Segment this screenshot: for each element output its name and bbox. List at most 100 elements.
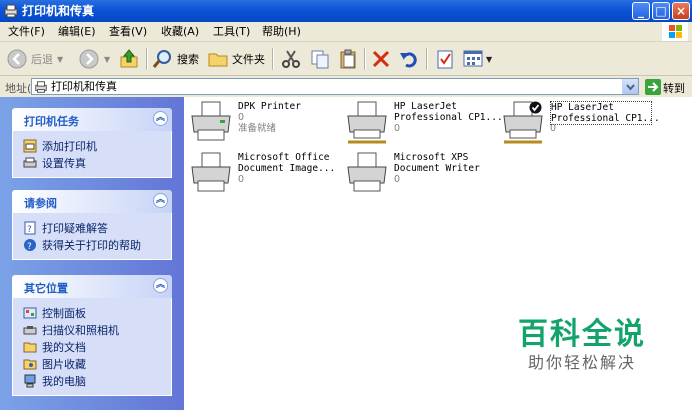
paste-button[interactable]: [337, 47, 359, 71]
printer-item-dpk[interactable]: DPK Printer 0 准备就绪: [188, 100, 338, 144]
see-also-header[interactable]: 请参阅 ︽: [12, 190, 172, 213]
printer-icon: [191, 152, 231, 192]
maximize-button[interactable]: □: [652, 2, 670, 20]
clipboard-icon: [340, 49, 356, 69]
windows-logo-icon: [662, 22, 688, 41]
title-bar[interactable]: 打印机和传真 _ □ ×: [0, 0, 692, 22]
folders-button[interactable]: 文件夹: [207, 47, 265, 71]
scanners-cameras-link[interactable]: 扫描仪和照相机: [23, 321, 171, 338]
folder-icon: [208, 53, 228, 67]
panel-title: 打印机任务: [24, 115, 79, 128]
chevron-down-icon: [626, 84, 635, 91]
chevron-down-icon[interactable]: ▼: [104, 55, 110, 64]
printer-tasks-panel: 打印机任务 ︽ 添加打印机 设置传真: [12, 108, 172, 178]
printer-folder-icon: [4, 4, 18, 18]
back-button[interactable]: 后退 ▼: [6, 47, 63, 71]
control-panel-icon: [23, 307, 37, 318]
up-folder-button[interactable]: [118, 47, 140, 71]
address-dropdown[interactable]: [622, 79, 638, 94]
menu-view[interactable]: 查看(V): [106, 24, 150, 39]
watermark-title: 百科全说: [518, 317, 646, 352]
help-circle-icon: ?: [24, 238, 36, 252]
views-grid-icon: [463, 50, 483, 67]
delete-button[interactable]: [370, 47, 392, 71]
other-places-header[interactable]: 其它位置 ︽: [12, 275, 172, 298]
documents-folder-icon: [23, 342, 37, 352]
address-value: 打印机和传真: [51, 80, 117, 93]
default-check-icon: [529, 101, 542, 114]
add-printer-link[interactable]: 添加打印机: [23, 137, 171, 154]
go-button[interactable]: 转到: [663, 80, 685, 96]
printer-item-hp-default[interactable]: HP LaserJet Professional CP1... 0: [500, 100, 660, 144]
back-arrow-icon: [7, 49, 27, 69]
go-arrow-icon[interactable]: [645, 79, 661, 95]
watermark-subtitle: 助你轻松解决: [527, 353, 636, 372]
add-printer-icon: [23, 139, 37, 152]
delete-x-icon: [372, 50, 390, 68]
copy-icon: [311, 50, 329, 69]
pictures-folder-icon: [23, 359, 37, 369]
menu-tools[interactable]: 工具(T): [210, 24, 253, 39]
see-also-panel: 请参阅 ︽ ? 打印疑难解答 ? 获得关于打印的帮助: [12, 190, 172, 260]
menu-file[interactable]: 文件(F): [5, 24, 48, 39]
svg-text:?: ?: [27, 225, 32, 235]
toolbar-separator: [146, 48, 148, 70]
computer-icon: [24, 374, 36, 387]
window-title: 打印机和传真: [22, 4, 95, 18]
printer-icon: [191, 101, 231, 141]
my-computer-link[interactable]: 我的电脑: [23, 372, 171, 389]
address-bar: 地址(D) 打印机和传真 转到: [0, 76, 692, 97]
menu-bar: 文件(F) 编辑(E) 查看(V) 收藏(A) 工具(T) 帮助(H): [0, 22, 692, 42]
chevron-down-icon[interactable]: ▼: [486, 55, 492, 64]
troubleshoot-printing-link[interactable]: ? 打印疑难解答: [23, 219, 171, 236]
task-pane: 打印机任务 ︽ 添加打印机 设置传真 请参阅 ︽ ? 打印疑难解答 ? 获得关于…: [0, 97, 184, 410]
menu-favorites[interactable]: 收藏(A): [158, 24, 202, 39]
forward-button[interactable]: ▼: [78, 47, 110, 71]
other-places-panel: 其它位置 ︽ 控制面板 扫描仪和照相机 我的文档 图片收藏 我的电脑: [12, 275, 172, 396]
properties-button[interactable]: [434, 47, 456, 71]
printer-item-xps[interactable]: Microsoft XPS Document Writer 0: [344, 151, 494, 195]
scanner-icon: [23, 325, 37, 334]
search-button[interactable]: 搜索: [152, 47, 199, 71]
printer-item-office-image[interactable]: Microsoft Office Document Image... 0: [188, 151, 338, 195]
properties-icon: [437, 50, 453, 69]
printing-help-link[interactable]: ? 获得关于打印的帮助: [23, 236, 171, 253]
views-button[interactable]: ▼: [462, 47, 492, 71]
printer-item-hp-1[interactable]: HP LaserJet Professional CP1... 0: [344, 100, 503, 144]
undo-button[interactable]: [398, 47, 420, 71]
menu-edit[interactable]: 编辑(E): [55, 24, 99, 39]
setup-fax-link[interactable]: 设置传真: [23, 154, 171, 171]
printer-icon: [347, 152, 387, 192]
forward-arrow-icon: [79, 49, 99, 69]
move-to-button[interactable]: [280, 47, 302, 71]
toolbar-separator: [272, 48, 274, 70]
collapse-icon[interactable]: ︽: [153, 278, 168, 293]
help-book-icon: ?: [24, 221, 36, 235]
toolbar-separator: [426, 48, 428, 70]
network-printer-icon: [347, 101, 387, 144]
address-input[interactable]: 打印机和传真: [31, 78, 639, 95]
watermark-logo: 百科全说 助你轻松解决: [512, 318, 652, 374]
menu-help[interactable]: 帮助(H): [259, 24, 304, 39]
close-button[interactable]: ×: [672, 2, 690, 20]
scissors-icon: [282, 50, 300, 68]
undo-icon: [400, 52, 417, 68]
copy-to-button[interactable]: [309, 47, 331, 71]
svg-text:?: ?: [27, 242, 32, 252]
my-pictures-link[interactable]: 图片收藏: [23, 355, 171, 372]
collapse-icon[interactable]: ︽: [153, 193, 168, 208]
collapse-icon[interactable]: ︽: [153, 111, 168, 126]
minimize-button[interactable]: _: [632, 2, 650, 20]
toolbar: 后退 ▼ ▼ 搜索 文件夹 ▼: [0, 42, 692, 76]
panel-title: 其它位置: [24, 282, 68, 295]
panel-title: 请参阅: [24, 197, 57, 210]
up-folder-icon: [120, 49, 138, 68]
control-panel-link[interactable]: 控制面板: [23, 304, 171, 321]
my-documents-link[interactable]: 我的文档: [23, 338, 171, 355]
search-icon: [152, 50, 171, 68]
toolbar-separator: [364, 48, 366, 70]
printer-tasks-header[interactable]: 打印机任务 ︽: [12, 108, 172, 131]
chevron-down-icon[interactable]: ▼: [57, 55, 63, 64]
fax-icon: [23, 157, 37, 167]
printer-folder-icon: [35, 81, 47, 93]
